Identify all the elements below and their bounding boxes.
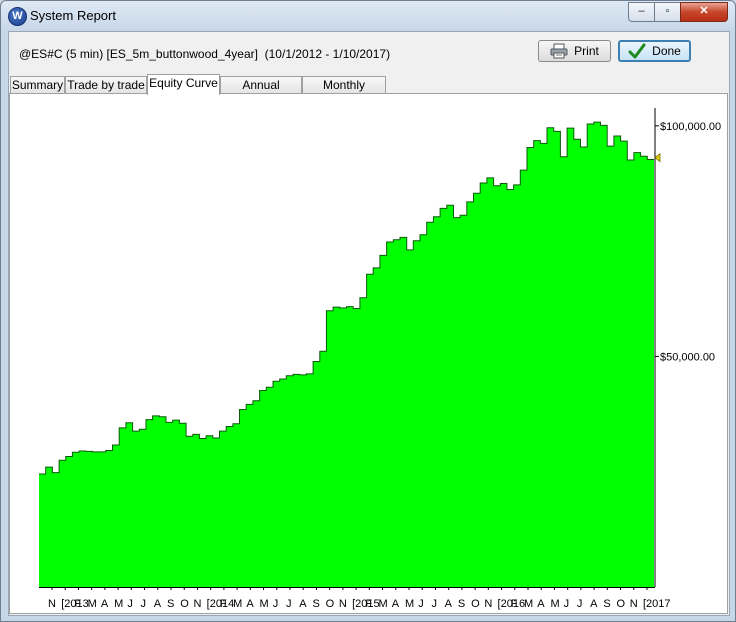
tab-monthly-results[interactable]: Monthly Results (302, 76, 386, 109)
x-tick-label: F (511, 598, 518, 610)
equity-curve-panel: $100,000.00 $50,000.00 N [2013 F M A M J J A S O N [20… (9, 93, 728, 614)
x-tick-label: S (312, 598, 319, 610)
checkmark-icon (628, 43, 646, 59)
x-tick-label: O (471, 598, 480, 610)
x-tick-label: J (127, 598, 133, 610)
x-tick-label: A (392, 598, 400, 610)
tab-equity-curve[interactable]: Equity Curve (147, 74, 220, 95)
x-tick-label: M (233, 598, 242, 610)
equity-curve-chart: $100,000.00$50,000.00N [2013F M A M J J A S O N [20… (39, 108, 721, 610)
x-tick-label: M (524, 598, 533, 610)
x-tick-label: J (577, 598, 583, 610)
report-symbol: @ES#C (5 min) [ES_5m_buttonwood_4year] (19, 47, 258, 61)
x-tick-label: J (141, 598, 147, 610)
app-logo-icon: W (8, 7, 27, 26)
window-title: System Report (30, 8, 116, 23)
x-tick-label: N (48, 598, 56, 610)
minimize-button[interactable]: – (628, 2, 655, 22)
report-body: @ES#C (5 min) [ES_5m_buttonwood_4year] (… (8, 31, 730, 616)
x-tick-label: M (88, 598, 97, 610)
report-header: @ES#C (5 min) [ES_5m_buttonwood_4year] (… (19, 47, 390, 61)
x-tick-label: M (550, 598, 559, 610)
tab-trade-by-trade[interactable]: Trade by trade (65, 76, 147, 94)
x-tick-label: A (246, 598, 254, 610)
last-value-marker (654, 152, 661, 163)
x-tick-label: N (193, 598, 201, 610)
x-tick-label: F (365, 598, 372, 610)
x-tick-label: [2017 (643, 598, 671, 610)
x-tick-label: A (299, 598, 307, 610)
x-tick-label: A (101, 598, 109, 610)
y-tick-label: $100,000.00 (660, 121, 721, 133)
x-tick-label: J (273, 598, 279, 610)
x-tick-label: M (379, 598, 388, 610)
x-tick-label: J (564, 598, 570, 610)
print-label: Print (574, 44, 599, 58)
system-report-window: W System Report – ▫ ✕ @ES#C (5 min) [ES_… (0, 0, 736, 622)
x-tick-label: J (418, 598, 424, 610)
x-tick-label: N (630, 598, 638, 610)
tab-annual-results[interactable]: Annual Results (220, 76, 302, 109)
equity-area (39, 122, 654, 587)
x-tick-label: S (458, 598, 465, 610)
x-tick-label: S (167, 598, 174, 610)
printer-icon (550, 43, 568, 59)
x-tick-label: A (154, 598, 162, 610)
x-tick-label: O (617, 598, 626, 610)
maximize-button[interactable]: ▫ (654, 2, 681, 22)
x-tick-label: A (590, 598, 598, 610)
x-tick-label: O (326, 598, 335, 610)
print-button[interactable]: Print (538, 40, 611, 62)
close-button[interactable]: ✕ (680, 2, 728, 22)
done-label: Done (652, 44, 681, 58)
x-tick-label: F (220, 598, 227, 610)
x-tick-label: M (260, 598, 269, 610)
report-date-range: (10/1/2012 - 1/10/2017) (264, 47, 391, 61)
x-tick-label: A (445, 598, 453, 610)
x-tick-label: F (74, 598, 81, 610)
title-bar[interactable]: W System Report – ▫ ✕ (1, 1, 735, 31)
tab-summary[interactable]: Summary (10, 76, 65, 94)
x-tick-label: M (405, 598, 414, 610)
done-button[interactable]: Done (618, 40, 691, 62)
x-tick-label: O (180, 598, 189, 610)
x-tick-label: N (339, 598, 347, 610)
x-tick-label: S (603, 598, 610, 610)
x-tick-label: N (484, 598, 492, 610)
x-tick-label: A (537, 598, 545, 610)
x-tick-label: J (286, 598, 292, 610)
report-tabs: Summary Trade by trade Equity Curve Annu… (9, 74, 729, 109)
y-tick-label: $50,000.00 (660, 351, 715, 363)
x-tick-label: M (114, 598, 123, 610)
x-tick-label: J (431, 598, 437, 610)
